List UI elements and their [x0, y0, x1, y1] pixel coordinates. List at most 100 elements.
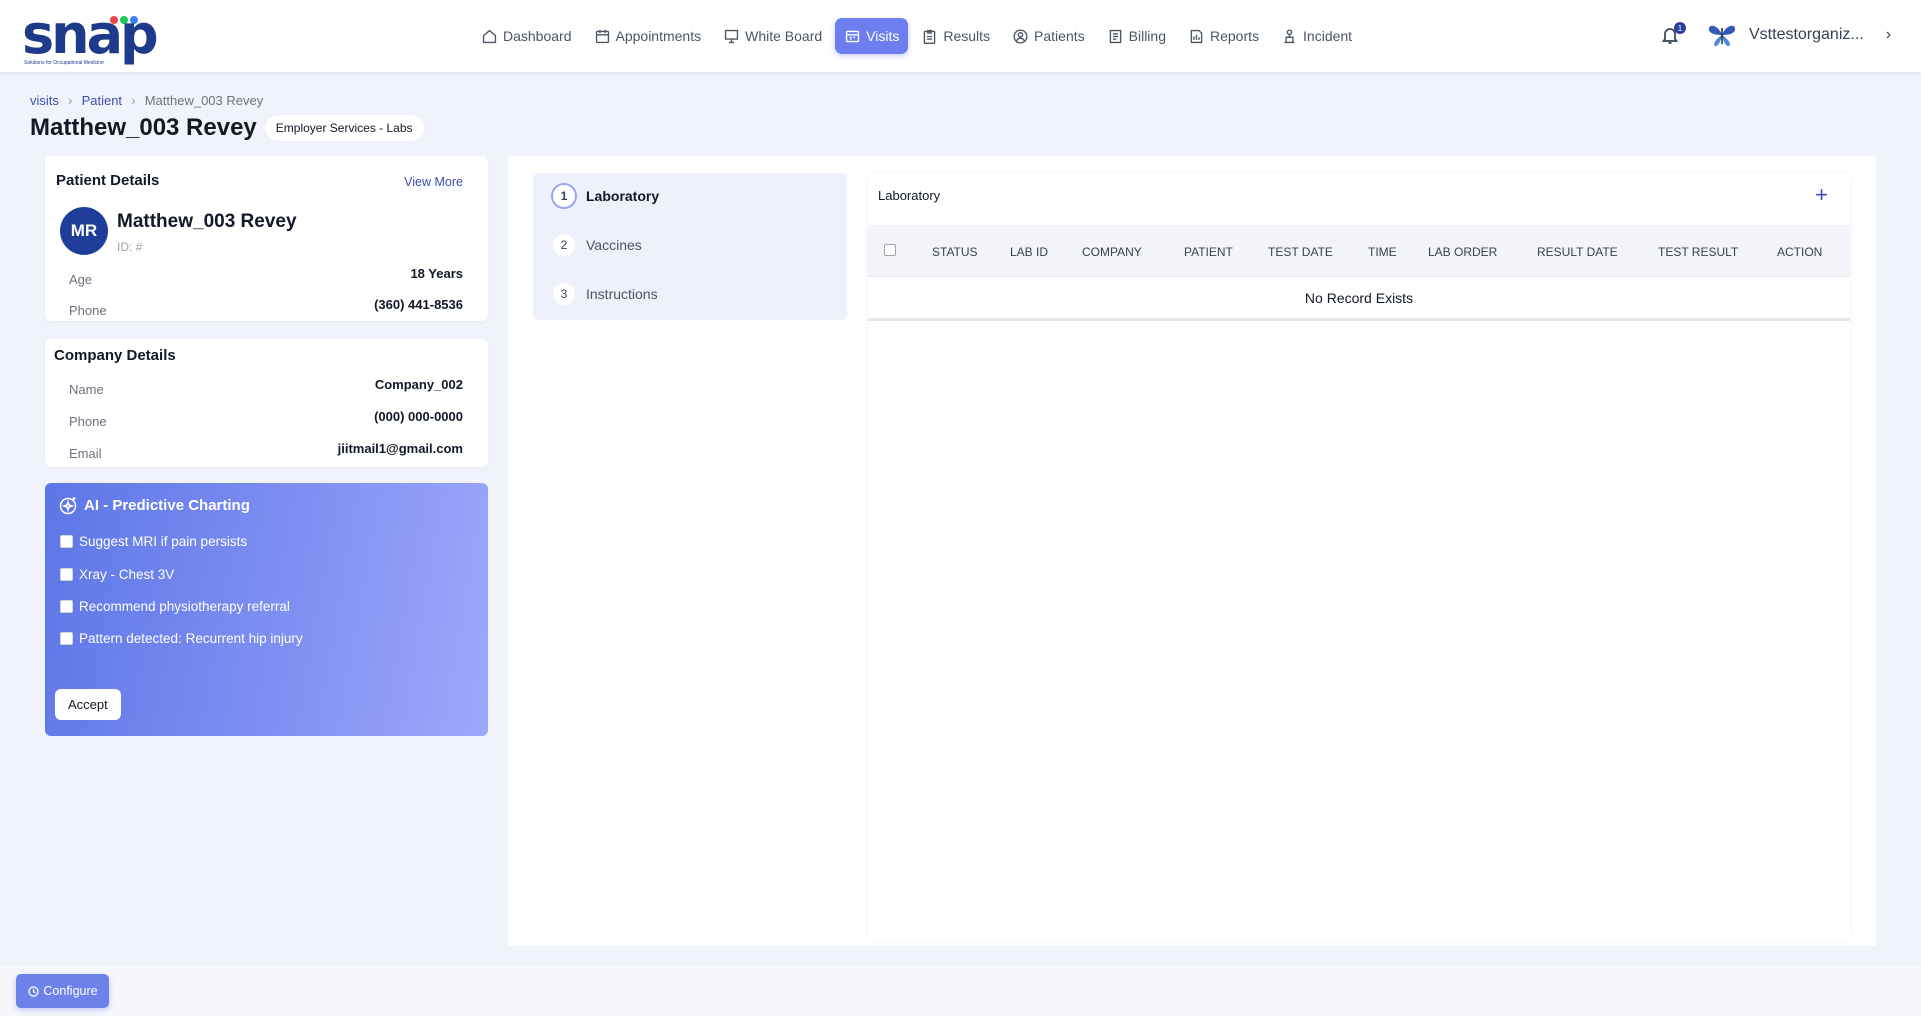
step-label: Vaccines	[586, 237, 642, 253]
phone-label: Phone	[69, 303, 107, 318]
patient-name: Matthew_003 Revey	[117, 211, 297, 232]
ai-option-physio[interactable]: Recommend physiotherapy referral	[60, 599, 290, 614]
col-status[interactable]: STATUS	[932, 245, 978, 259]
chevron-right-icon: ›	[131, 92, 136, 108]
age-label: Age	[69, 272, 93, 287]
avatar: MR	[60, 207, 108, 255]
step-number: 2	[553, 234, 575, 256]
calendar-icon	[595, 29, 609, 43]
company-email-label: Email	[69, 446, 102, 461]
col-time[interactable]: TIME	[1368, 245, 1397, 259]
nav-label: Patients	[1034, 28, 1085, 44]
incident-icon	[1284, 28, 1295, 43]
col-company[interactable]: COMPANY	[1082, 245, 1142, 259]
nav-label: Billing	[1128, 28, 1166, 44]
nav-label: Results	[943, 28, 991, 44]
patient-icon	[1013, 28, 1028, 44]
select-all-checkbox[interactable]	[884, 244, 896, 256]
ai-option-xray[interactable]: Xray - Chest 3V	[60, 567, 174, 582]
checkbox[interactable]	[60, 632, 73, 645]
laboratory-panel: Laboratory + STATUS LAB ID COMPANY PATIE…	[868, 173, 1850, 941]
butterfly-icon	[1708, 25, 1736, 47]
nav-label: Reports	[1210, 28, 1260, 44]
breadcrumb-patient[interactable]: Patient	[82, 93, 122, 108]
step-number: 1	[551, 183, 577, 209]
nav-label: Appointments	[615, 28, 702, 44]
org-name: Vsttestorganiz...	[1749, 26, 1864, 43]
notification-count: 1	[1674, 22, 1686, 34]
service-badge: Employer Services - Labs	[264, 115, 424, 141]
add-lab-button[interactable]: +	[1815, 182, 1828, 208]
breadcrumb-current: Matthew_003 Revey	[144, 92, 264, 108]
logo-tagline: Solutions for Occupational Medicine	[24, 60, 104, 66]
step-vaccines[interactable]: 2 Vaccines	[553, 234, 642, 256]
patient-details-heading: Patient Details	[56, 172, 160, 189]
nav-reports[interactable]: Reports	[1179, 18, 1268, 54]
col-test-result[interactable]: TEST RESULT	[1658, 245, 1738, 259]
laboratory-heading: Laboratory	[878, 188, 941, 203]
reports-icon	[1190, 29, 1203, 43]
nav-label: White Board	[745, 28, 823, 44]
col-patient[interactable]: PATIENT	[1184, 245, 1233, 259]
nav-appointments[interactable]: Appointments	[585, 18, 711, 54]
nav-visits[interactable]: Visits	[835, 18, 909, 54]
configure-label: Configure	[43, 984, 98, 998]
checkbox[interactable]	[60, 535, 73, 548]
patient-id: ID: #	[117, 240, 143, 254]
accept-button[interactable]: Accept	[55, 689, 121, 720]
main-nav: Dashboard Appointments White Board Visit…	[472, 18, 1361, 54]
step-instructions[interactable]: 3 Instructions	[553, 283, 658, 305]
snap-logo[interactable]: snap Solutions for Occupational Medicine	[22, 8, 159, 70]
footer	[0, 964, 1921, 1016]
col-result-date[interactable]: RESULT DATE	[1537, 245, 1618, 259]
billing-icon	[1109, 29, 1121, 43]
ai-option-label: Pattern detected: Recurrent hip injury	[79, 631, 303, 646]
logo-text: snap	[22, 3, 159, 66]
chevron-right-icon: ›	[67, 92, 73, 108]
col-lab-id[interactable]: LAB ID	[1010, 245, 1048, 259]
age-row: Age 18 Years	[69, 266, 463, 287]
nav-results[interactable]: Results	[912, 18, 999, 54]
home-icon	[482, 29, 497, 43]
breadcrumb-visits[interactable]: visits	[30, 93, 59, 108]
ai-heading-text: AI - Predictive Charting	[84, 496, 250, 514]
ai-heading: AI - Predictive Charting	[58, 495, 250, 515]
clipboard-icon	[924, 29, 936, 44]
nav-label: Incident	[1303, 28, 1353, 44]
company-details-heading: Company Details	[54, 347, 176, 364]
company-name-label: Name	[69, 382, 104, 397]
phone-row: Phone (360) 441-8536	[69, 297, 463, 318]
nav-dashboard[interactable]: Dashboard	[472, 18, 581, 54]
company-email-row: Email jiitmail1@gmail.com	[69, 441, 463, 461]
lab-table-header: STATUS LAB ID COMPANY PATIENT TEST DATE …	[868, 225, 1850, 277]
company-name-row: Name Company_002	[69, 377, 463, 397]
gear-icon	[28, 985, 40, 997]
col-lab-order[interactable]: LAB ORDER	[1428, 245, 1497, 259]
col-test-date[interactable]: TEST DATE	[1268, 245, 1333, 259]
checkbox[interactable]	[60, 600, 73, 613]
col-action: ACTION	[1777, 245, 1823, 259]
nav-billing[interactable]: Billing	[1098, 18, 1175, 54]
breadcrumb: visits › Patient › Matthew_003 Revey	[30, 92, 263, 108]
step-label: Laboratory	[586, 188, 660, 204]
configure-button[interactable]: Configure	[16, 974, 109, 1008]
nav-white-board[interactable]: White Board	[714, 18, 831, 54]
step-laboratory[interactable]: 1 Laboratory	[551, 183, 660, 209]
nav-patients[interactable]: Patients	[1003, 18, 1094, 54]
checkbox[interactable]	[60, 568, 73, 581]
ai-option-hip[interactable]: Pattern detected: Recurrent hip injury	[60, 631, 303, 646]
company-phone-row: Phone (000) 000-0000	[69, 409, 463, 429]
org-switcher[interactable]: Vsttestorganiz... ›	[1707, 22, 1891, 48]
whiteboard-icon	[724, 29, 739, 43]
nav-incident[interactable]: Incident	[1272, 18, 1361, 54]
chevron-right-icon: ›	[1885, 26, 1892, 43]
company-details-card: Company Details Name Company_002 Phone (…	[45, 339, 488, 467]
view-more-link[interactable]: View More	[404, 175, 463, 189]
company-phone-value: (000) 000-0000	[374, 409, 463, 424]
notifications-button[interactable]: 1	[1660, 22, 1686, 47]
step-label: Instructions	[586, 286, 658, 302]
ai-option-mri[interactable]: Suggest MRI if pain persists	[60, 534, 247, 549]
patient-details-card: Patient Details View More MR Matthew_003…	[45, 156, 488, 321]
ai-option-label: Xray - Chest 3V	[79, 567, 175, 582]
nav-label: Visits	[866, 28, 900, 44]
